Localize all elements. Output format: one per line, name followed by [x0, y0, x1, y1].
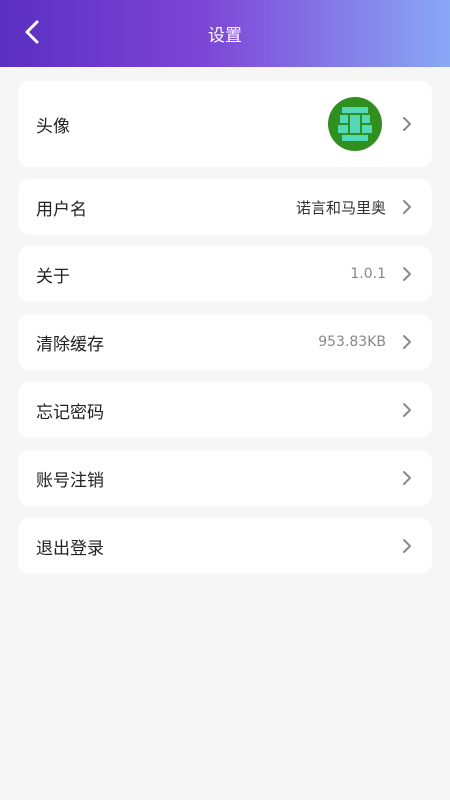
- cache-size-value: 953.83KB: [318, 334, 386, 350]
- settings-item-avatar[interactable]: 头像: [18, 81, 432, 167]
- settings-item-delete-account[interactable]: 账号注销: [18, 450, 432, 506]
- chevron-right-icon: [400, 117, 414, 131]
- settings-item-label: 清除缓存: [36, 334, 104, 355]
- settings-item-clear-cache[interactable]: 清除缓存 953.83KB: [18, 314, 432, 370]
- username-value: 诺言和马里奥: [295, 198, 386, 217]
- avatar: [328, 97, 382, 151]
- settings-item-label: 忘记密码: [36, 402, 104, 423]
- settings-item-label: 退出登录: [36, 538, 104, 559]
- settings-item-forgot-password[interactable]: 忘记密码: [18, 382, 432, 438]
- settings-item-username[interactable]: 用户名 诺言和马里奥: [18, 179, 432, 235]
- settings-item-logout[interactable]: 退出登录: [18, 518, 432, 574]
- chevron-right-icon: [400, 335, 414, 349]
- chevron-right-icon: [400, 267, 414, 281]
- chevron-right-icon: [400, 200, 414, 214]
- settings-item-label: 账号注销: [36, 470, 104, 491]
- chevron-right-icon: [400, 403, 414, 417]
- chevron-right-icon: [400, 539, 414, 553]
- settings-item-label: 关于: [36, 266, 70, 287]
- settings-item-label: 头像: [36, 116, 70, 137]
- settings-item-about[interactable]: 关于 1.0.1: [18, 246, 432, 302]
- chevron-right-icon: [400, 471, 414, 485]
- top-app-bar: 设置: [0, 0, 450, 67]
- settings-item-label: 用户名: [36, 199, 87, 220]
- page-title: 设置: [208, 26, 242, 46]
- version-value: 1.0.1: [350, 266, 386, 282]
